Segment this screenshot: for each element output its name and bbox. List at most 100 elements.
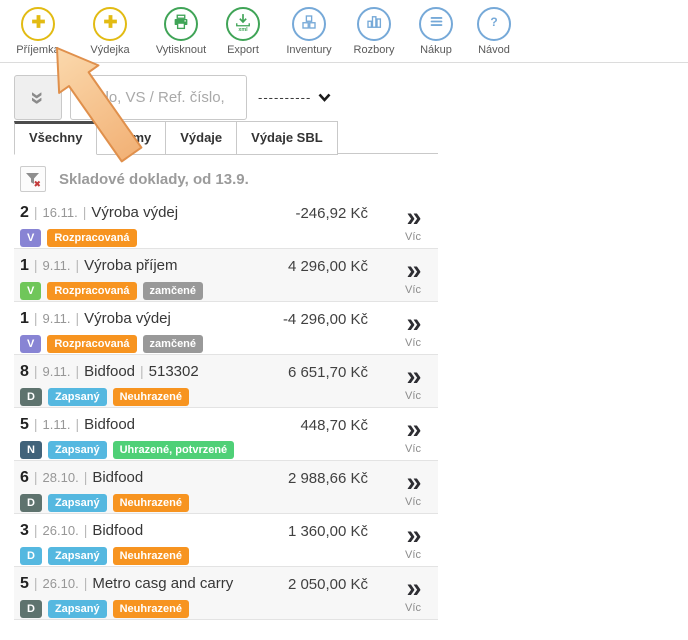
row-badges: VRozpracovanázamčené bbox=[20, 334, 438, 353]
double-chevron-right-icon: » bbox=[390, 312, 436, 335]
menu-lines-icon bbox=[428, 13, 445, 35]
toolbar-button-label: Inventury bbox=[273, 44, 345, 56]
row-title: Metro casg and carry bbox=[92, 575, 233, 592]
document-row[interactable]: 8|9.11.|Bidfood|513302 6 651,70 Kč DZaps… bbox=[14, 355, 438, 408]
more-label: Víc bbox=[390, 549, 436, 561]
row-item-count: 5 bbox=[20, 575, 29, 592]
more-label: Víc bbox=[390, 443, 436, 455]
row-amount: 2 050,00 Kč bbox=[288, 576, 368, 593]
toolbar-button-prijemka[interactable]: Příjemka bbox=[2, 7, 74, 56]
row-more-button[interactable]: » Víc bbox=[390, 577, 436, 614]
row-date: 26.10. bbox=[43, 576, 79, 591]
warehouse-select-value: ---------- bbox=[258, 90, 311, 105]
row-more-button[interactable]: » Víc bbox=[390, 524, 436, 561]
row-more-button[interactable]: » Víc bbox=[390, 418, 436, 455]
row-amount: 2 988,66 Kč bbox=[288, 470, 368, 487]
row-amount: 1 360,00 Kč bbox=[288, 523, 368, 540]
row-date: 26.10. bbox=[43, 523, 79, 538]
row-badges: D Zapsaný Neuhrazené bbox=[20, 493, 438, 512]
double-chevron-right-icon: » bbox=[390, 365, 436, 388]
row-date: 9.11. bbox=[43, 311, 71, 326]
toolbar-button-export[interactable]: xml Export bbox=[207, 7, 279, 56]
row-date: 1.11. bbox=[43, 417, 71, 432]
status-badge: N bbox=[20, 441, 42, 459]
warehouse-select[interactable]: ---------- bbox=[258, 84, 331, 110]
row-ref-number: 513302 bbox=[149, 363, 199, 380]
row-title: Bidfood bbox=[84, 363, 135, 380]
tab-prijmy[interactable]: Příjmy bbox=[97, 121, 166, 155]
status-badge: Uhrazené, potvrzené bbox=[113, 441, 235, 459]
status-badge: Zapsaný bbox=[48, 441, 107, 459]
row-badges: VRozpracovaná bbox=[20, 228, 438, 247]
expand-filters-button[interactable]: » bbox=[14, 75, 62, 120]
status-badge: zamčené bbox=[143, 282, 203, 300]
document-row[interactable]: 5|1.11.|Bidfood 448,70 Kč NZapsanýUhraze… bbox=[14, 408, 438, 461]
search-input[interactable] bbox=[70, 75, 247, 120]
toolbar-button-inventury[interactable]: Inventury bbox=[273, 7, 345, 56]
double-chevron-right-icon: » bbox=[390, 418, 436, 441]
double-chevron-right-icon: » bbox=[390, 471, 436, 494]
row-more-button[interactable]: » Víc bbox=[390, 365, 436, 402]
row-item-count: 6 bbox=[20, 469, 29, 486]
more-label: Víc bbox=[390, 496, 436, 508]
more-label: Víc bbox=[390, 602, 436, 614]
row-more-button[interactable]: » Víc bbox=[390, 206, 436, 243]
row-title: Výroba výdej bbox=[84, 310, 171, 327]
printer-icon bbox=[172, 13, 190, 36]
row-date: 9.11. bbox=[43, 258, 71, 273]
document-list: 2|16.11.|Výroba výdej -246,92 Kč VRozpra… bbox=[14, 196, 438, 620]
toolbar-button-label: Návod bbox=[458, 44, 530, 56]
tab-vsechny[interactable]: Všechny bbox=[14, 121, 97, 155]
row-more-button[interactable]: » Víc bbox=[390, 471, 436, 508]
status-badge: Zapsaný bbox=[48, 547, 107, 565]
tab-vydaje-sbl[interactable]: Výdaje SBL bbox=[237, 121, 338, 155]
row-item-count: 2 bbox=[20, 204, 29, 221]
document-row[interactable]: 3|26.10.|Bidfood 1 360,00 Kč DZapsanýNeu… bbox=[14, 514, 438, 567]
row-title: Bidfood bbox=[84, 416, 135, 433]
row-badges: VRozpracovanázamčené bbox=[20, 281, 438, 300]
row-more-button[interactable]: » Víc bbox=[390, 312, 436, 349]
row-title: Výroba výdej bbox=[91, 204, 178, 221]
row-more-button[interactable]: » Víc bbox=[390, 259, 436, 296]
row-date: 16.11. bbox=[43, 205, 78, 220]
status-badge: D bbox=[20, 547, 42, 565]
toolbar-button-vydejka[interactable]: Výdejka bbox=[74, 7, 146, 56]
row-date: 28.10. bbox=[43, 470, 79, 485]
toolbar-button-navod[interactable]: ? Návod bbox=[458, 7, 530, 56]
more-label: Víc bbox=[390, 390, 436, 402]
status-badge: V bbox=[20, 229, 41, 247]
status-badge: Neuhrazené bbox=[113, 388, 189, 406]
document-row[interactable]: 5|26.10.|Metro casg and carry 2 050,00 K… bbox=[14, 567, 438, 620]
row-badges: DZapsanýNeuhrazené bbox=[20, 599, 438, 618]
boxes-icon bbox=[300, 13, 318, 36]
status-badge: Rozpracovaná bbox=[47, 282, 136, 300]
warehouse-documents-page: Příjemka Výdejka Vytisknout xml Export I… bbox=[0, 0, 688, 640]
status-badge: V bbox=[20, 335, 41, 353]
document-row[interactable]: 1|9.11.|Výroba výdej -4 296,00 Kč VRozpr… bbox=[14, 302, 438, 355]
tab-vydaje[interactable]: Výdaje bbox=[166, 121, 237, 155]
row-item-count: 3 bbox=[20, 522, 29, 539]
more-label: Víc bbox=[390, 231, 436, 243]
row-title: Výroba příjem bbox=[84, 257, 177, 274]
status-badge: Zapsaný bbox=[48, 388, 107, 406]
status-badge: Neuhrazené bbox=[113, 494, 189, 512]
more-label: Víc bbox=[390, 337, 436, 349]
status-badge: Zapsaný bbox=[48, 494, 107, 512]
row-amount: 4 296,00 Kč bbox=[288, 258, 368, 275]
row-badges: N Zapsaný Uhrazené, potvrzené bbox=[20, 440, 438, 459]
chevrons-down-icon: » bbox=[26, 91, 50, 104]
clear-filter-button[interactable] bbox=[20, 166, 46, 192]
row-amount: -4 296,00 Kč bbox=[283, 311, 368, 328]
toolbar-button-label: Výdejka bbox=[74, 44, 146, 56]
status-badge: Rozpracovaná bbox=[47, 335, 136, 353]
double-chevron-right-icon: » bbox=[390, 524, 436, 547]
double-chevron-right-icon: » bbox=[390, 577, 436, 600]
document-row[interactable]: 2|16.11.|Výroba výdej -246,92 Kč VRozpra… bbox=[14, 196, 438, 249]
document-row[interactable]: 1|9.11.|Výroba příjem 4 296,00 Kč VRozpr… bbox=[14, 249, 438, 302]
document-row[interactable]: 6|28.10.|Bidfood 2 988,66 Kč DZapsanýNeu… bbox=[14, 461, 438, 514]
row-amount: 6 651,70 Kč bbox=[288, 364, 368, 381]
svg-text:xml: xml bbox=[238, 26, 248, 31]
list-title: Skladové doklady, od 13.9. bbox=[59, 171, 249, 188]
more-label: Víc bbox=[390, 284, 436, 296]
status-badge: D bbox=[20, 494, 42, 512]
